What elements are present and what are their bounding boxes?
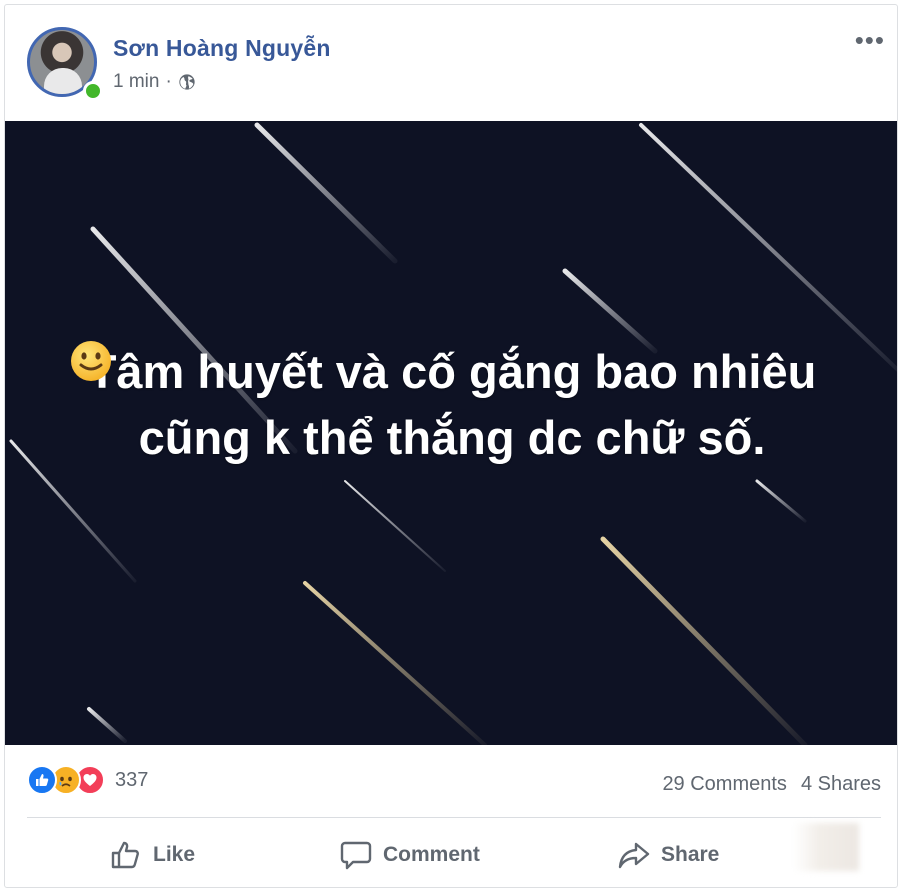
comment-button[interactable]: Comment <box>339 825 480 885</box>
shares-count[interactable]: 4 Shares <box>801 773 881 796</box>
author-name[interactable]: Sơn Hoàng Nguyễn <box>113 35 331 62</box>
comments-count[interactable]: 29 Comments <box>662 773 787 796</box>
globe-icon[interactable] <box>178 73 196 91</box>
caption-text: Tâm huyết và cố gắng bao nhiêu cũng k th… <box>87 345 817 464</box>
like-button[interactable]: Like <box>109 825 195 885</box>
post-header: Sơn Hoàng Nguyễn 1 min · ••• <box>5 5 897 121</box>
comment-bubble-icon <box>340 841 372 870</box>
meta-separator: · <box>165 71 172 92</box>
share-label: Share <box>661 843 720 866</box>
post-photo[interactable]: Tâm huyết và cố gắng bao nhiêu cũng k th… <box>5 121 897 745</box>
post-stats: 337 29 Comments 4 Shares <box>5 745 897 819</box>
post-time[interactable]: 1 min <box>113 71 159 93</box>
more-options-icon[interactable]: ••• <box>855 27 885 53</box>
smiley-emoji-icon <box>71 341 111 381</box>
thumbs-up-icon <box>111 841 139 869</box>
comment-label: Comment <box>383 843 480 866</box>
online-status-dot <box>83 81 103 101</box>
share-button[interactable]: Share <box>617 825 719 885</box>
actions-divider <box>27 817 881 818</box>
post-actions: Like Comment Share <box>5 823 897 885</box>
reaction-count[interactable]: 337 <box>115 769 148 792</box>
like-reaction-icon <box>27 765 57 795</box>
blurred-corner <box>793 823 859 871</box>
facebook-post: Sơn Hoàng Nguyễn 1 min · ••• Tâm huyết v… <box>4 4 898 888</box>
engagement-counts: 29 Comments 4 Shares <box>662 773 881 796</box>
post-meta: 1 min · <box>113 71 196 93</box>
share-arrow-icon <box>618 842 650 869</box>
reaction-summary[interactable]: 337 <box>27 765 148 795</box>
photo-caption: Tâm huyết và cố gắng bao nhiêu cũng k th… <box>65 339 839 471</box>
like-label: Like <box>153 843 196 866</box>
author-avatar[interactable] <box>27 27 103 101</box>
